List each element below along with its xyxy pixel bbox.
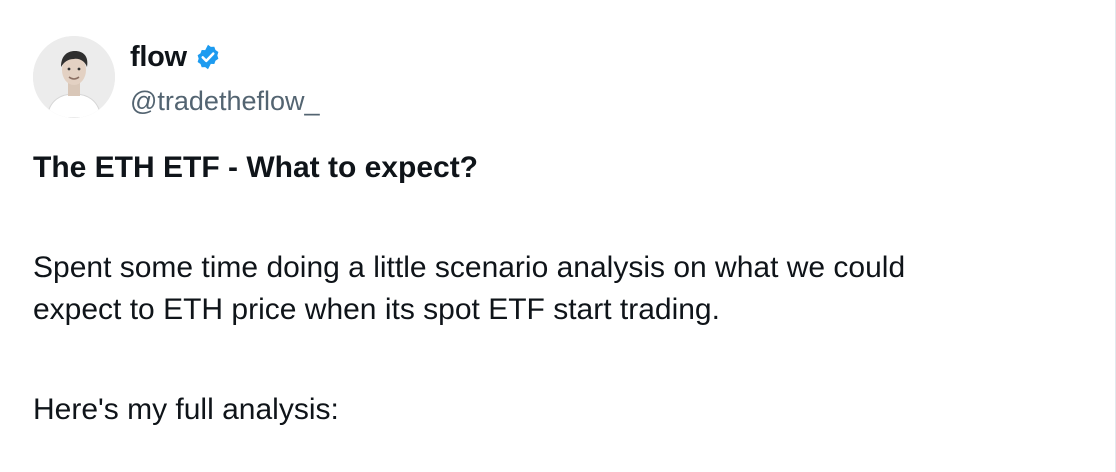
name-row: flow	[130, 40, 320, 74]
tweet-body-line-3: Here's my full analysis:	[33, 393, 339, 426]
display-name[interactable]: flow	[130, 41, 187, 74]
author-names: flow @tradetheflow_	[130, 40, 320, 117]
avatar-photo-icon	[33, 36, 115, 118]
tweet-body-line-2: expect to ETH price when its spot ETF st…	[33, 293, 720, 326]
tweet-header: flow @tradetheflow_	[33, 36, 320, 118]
avatar[interactable]	[33, 36, 115, 118]
tweet-card: flow @tradetheflow_ The ETH ETF - What t…	[0, 0, 1116, 472]
tweet-body-line-1: Spent some time doing a little scenario …	[33, 251, 906, 284]
verified-badge-icon	[194, 43, 222, 71]
user-handle[interactable]: @tradetheflow_	[130, 86, 320, 117]
tweet-title: The ETH ETF - What to expect?	[33, 151, 479, 184]
